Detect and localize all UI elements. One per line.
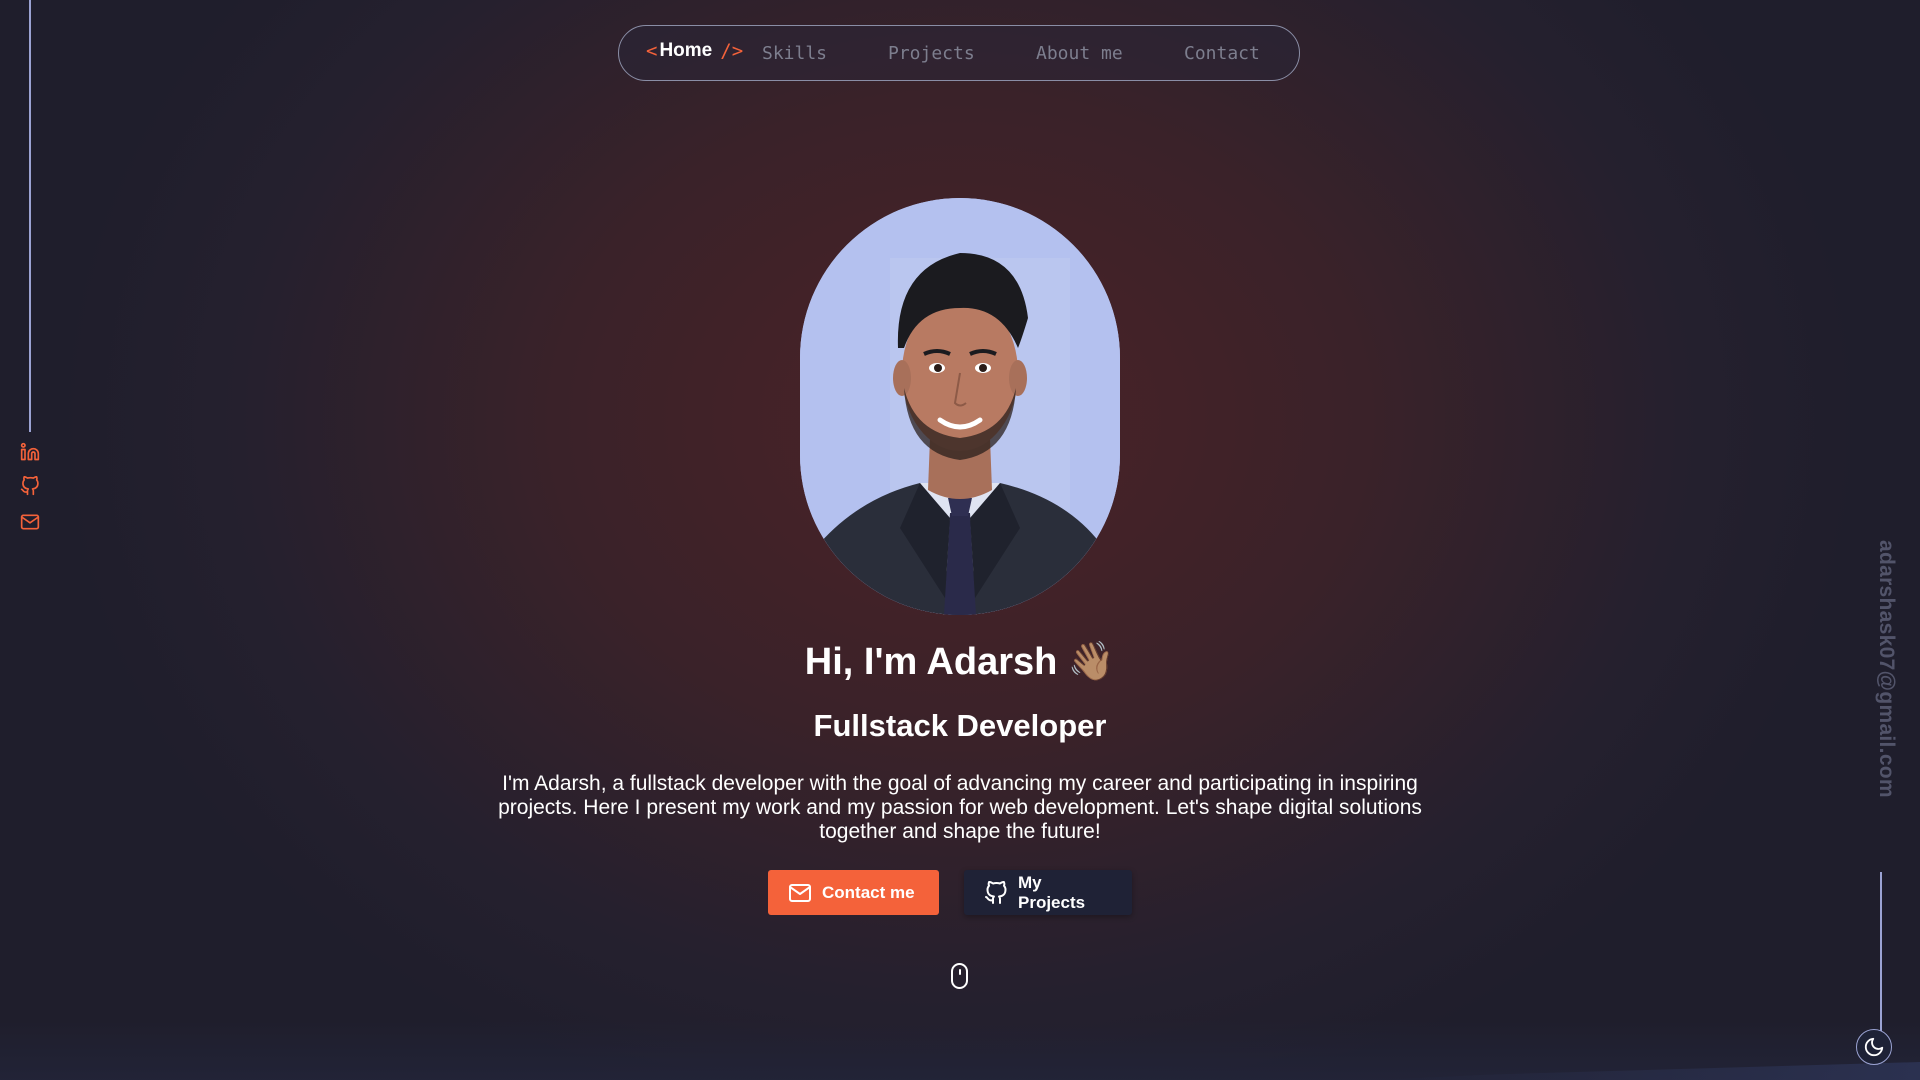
hero-greeting: Hi, I'm Adarsh	[804, 641, 1058, 683]
nav-item-projects[interactable]: Projects	[888, 43, 975, 64]
contact-me-label: Contact me	[822, 882, 915, 902]
mail-icon	[789, 883, 811, 902]
nav-item-about[interactable]: About me	[1036, 43, 1123, 64]
avatar	[800, 198, 1120, 615]
theme-toggle-button[interactable]	[1856, 1029, 1892, 1065]
left-rail-line	[29, 0, 31, 432]
mail-icon[interactable]	[20, 512, 40, 532]
wave-icon: 👋🏽	[1067, 641, 1116, 683]
hero-description: I'm Adarsh, a fullstack developer with t…	[498, 772, 1422, 843]
my-projects-button[interactable]: My Projects	[964, 870, 1132, 915]
nav-item-contact[interactable]: Contact	[1184, 43, 1260, 64]
nav-item-skills[interactable]: Skills	[762, 43, 827, 64]
linkedin-icon[interactable]	[20, 442, 40, 462]
scroll-mouse-icon[interactable]	[951, 963, 968, 989]
nav-home-label: Home	[659, 40, 713, 61]
contact-me-button[interactable]: Contact me	[768, 870, 939, 915]
github-icon	[985, 880, 1007, 904]
nav-home-close-bracket: />	[720, 40, 744, 62]
hero-role: Fullstack Developer	[813, 708, 1107, 743]
moon-icon	[1864, 1037, 1884, 1057]
top-nav: < Home /> Skills Projects About me Conta…	[618, 25, 1300, 81]
right-rail-line	[1880, 872, 1882, 1032]
github-icon[interactable]	[20, 476, 40, 496]
hero-title: Hi, I'm Adarsh 👋🏽	[0, 640, 1920, 684]
nav-home-open-bracket: <	[646, 40, 658, 62]
my-projects-label: My Projects	[1018, 872, 1086, 912]
nav-item-home[interactable]: < Home />	[646, 40, 743, 62]
